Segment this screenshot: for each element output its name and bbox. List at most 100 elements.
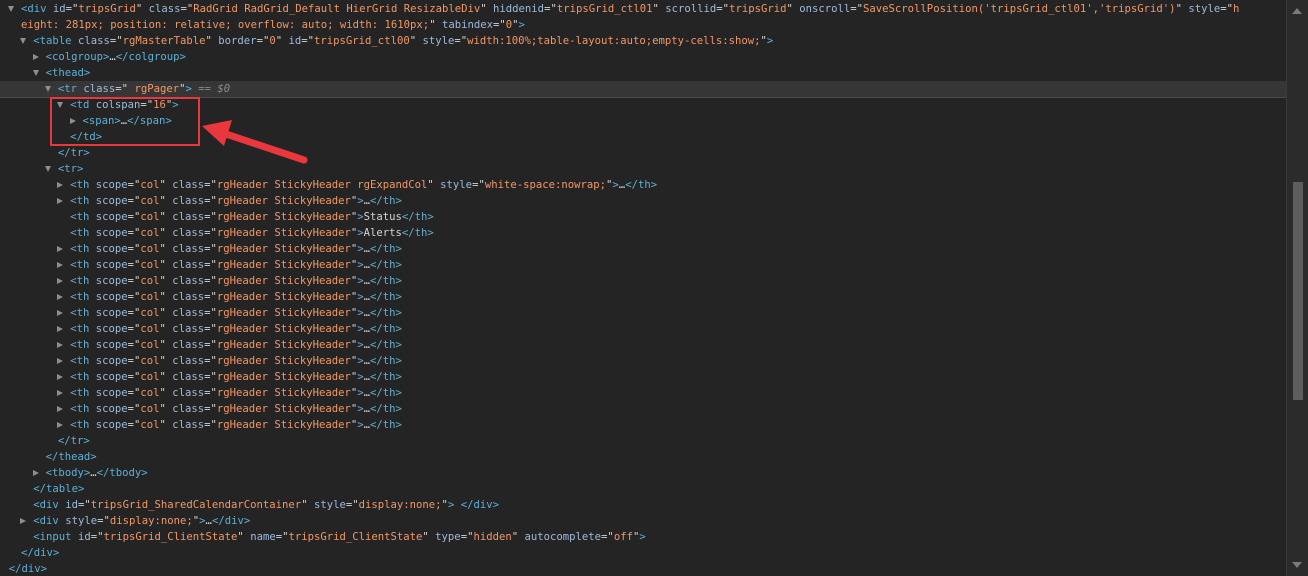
token-val[interactable]: rgHeader StickyHeader bbox=[217, 241, 351, 257]
dom-node[interactable]: <th scope="col" class="rgHeader StickyHe… bbox=[0, 289, 1287, 305]
dom-node[interactable]: <th scope="col" class="rgHeader StickyHe… bbox=[0, 193, 1287, 209]
dom-node[interactable]: </div> bbox=[0, 545, 1287, 561]
dom-node[interactable]: <th scope="col" class="rgHeader StickyHe… bbox=[0, 273, 1287, 289]
token-attr[interactable]: type bbox=[435, 529, 461, 545]
dom-node[interactable]: <th scope="col" class="rgHeader StickyHe… bbox=[0, 321, 1287, 337]
token-attr[interactable]: id bbox=[65, 497, 78, 513]
token-val[interactable]: white-space:nowrap; bbox=[485, 177, 606, 193]
token-attr[interactable]: scope bbox=[96, 321, 128, 337]
token-attr[interactable]: name bbox=[250, 529, 276, 545]
token-attr[interactable]: class bbox=[172, 369, 204, 385]
token-attr[interactable]: scope bbox=[96, 369, 128, 385]
token-attr[interactable]: style bbox=[422, 33, 454, 49]
expand-triangle-closed-icon[interactable] bbox=[32, 53, 39, 60]
dom-node[interactable]: <div style="display:none;">…</div> bbox=[0, 513, 1287, 529]
token-attr[interactable]: class bbox=[172, 289, 204, 305]
token-attr[interactable]: autocomplete bbox=[525, 529, 602, 545]
token-attr[interactable]: class bbox=[172, 337, 204, 353]
token-attr[interactable]: scrollid bbox=[665, 1, 716, 17]
token-val[interactable]: rgHeader StickyHeader bbox=[217, 273, 351, 289]
expand-triangle-closed-icon[interactable] bbox=[57, 373, 64, 380]
expand-triangle-closed-icon[interactable] bbox=[57, 405, 64, 412]
token-attr[interactable]: id bbox=[53, 1, 66, 17]
token-val[interactable]: tripsGrid_SharedCalendarContainer bbox=[91, 497, 301, 513]
expand-triangle-closed-icon[interactable] bbox=[57, 293, 64, 300]
token-val[interactable]: tripsGrid_ctl00 bbox=[314, 33, 410, 49]
token-attr[interactable]: style bbox=[65, 513, 97, 529]
dom-node[interactable]: </tr> bbox=[0, 145, 1287, 161]
dom-node[interactable]: <thead> bbox=[0, 65, 1287, 81]
token-attr[interactable]: onscroll bbox=[799, 1, 850, 17]
token-val[interactable]: col bbox=[140, 417, 159, 433]
token-attr[interactable]: class bbox=[172, 353, 204, 369]
expand-triangle-closed-icon[interactable] bbox=[57, 309, 64, 316]
token-attr[interactable]: hiddenid bbox=[493, 1, 544, 17]
expand-triangle-open-icon[interactable] bbox=[44, 86, 51, 92]
token-val[interactable]: col bbox=[140, 177, 159, 193]
token-val[interactable]: off bbox=[614, 529, 633, 545]
token-val[interactable]: rgHeader StickyHeader bbox=[217, 193, 351, 209]
dom-node[interactable]: eight: 281px; position: relative; overfl… bbox=[0, 17, 1287, 33]
scroll-down-icon[interactable] bbox=[1292, 562, 1302, 568]
token-val[interactable]: rgHeader StickyHeader bbox=[217, 321, 351, 337]
token-val[interactable]: display:none; bbox=[110, 513, 193, 529]
expand-triangle-closed-icon[interactable] bbox=[57, 389, 64, 396]
token-val[interactable]: rgHeader StickyHeader bbox=[217, 353, 351, 369]
token-attr[interactable]: scope bbox=[96, 225, 128, 241]
scrollbar-thumb[interactable] bbox=[1293, 182, 1303, 400]
dom-node[interactable]: <th scope="col" class="rgHeader StickyHe… bbox=[0, 337, 1287, 353]
token-val[interactable]: tripsGrid_ctl01 bbox=[557, 1, 653, 17]
dom-node[interactable]: <span>…</span> bbox=[0, 113, 1287, 129]
expand-triangle-closed-icon[interactable] bbox=[20, 517, 27, 524]
vertical-scrollbar[interactable] bbox=[1286, 0, 1308, 576]
expand-triangle-closed-icon[interactable] bbox=[57, 357, 64, 364]
dom-node[interactable]: <tr> bbox=[0, 161, 1287, 177]
dom-node[interactable]: <th scope="col" class="rgHeader StickyHe… bbox=[0, 385, 1287, 401]
token-attr[interactable]: scope bbox=[96, 257, 128, 273]
token-attr[interactable]: id bbox=[289, 33, 302, 49]
token-attr[interactable]: style bbox=[314, 497, 346, 513]
token-val[interactable]: rgHeader StickyHeader bbox=[217, 337, 351, 353]
token-attr[interactable]: scope bbox=[96, 337, 128, 353]
token-val[interactable]: col bbox=[140, 241, 159, 257]
token-attr[interactable]: class bbox=[78, 33, 110, 49]
expand-triangle-closed-icon[interactable] bbox=[57, 181, 64, 188]
dom-node[interactable]: <th scope="col" class="rgHeader StickyHe… bbox=[0, 225, 1287, 241]
token-val[interactable]: width:100%;table-layout:auto;empty-cells… bbox=[467, 33, 760, 49]
token-attr[interactable]: class bbox=[172, 401, 204, 417]
scroll-up-icon[interactable] bbox=[1292, 8, 1302, 14]
token-attr[interactable]: class bbox=[172, 273, 204, 289]
token-val[interactable]: rgHeader StickyHeader bbox=[217, 401, 351, 417]
token-val[interactable]: rgHeader StickyHeader bbox=[217, 209, 351, 225]
expand-triangle-closed-icon[interactable] bbox=[57, 277, 64, 284]
token-val[interactable]: SaveScrollPosition('tripsGrid_ctl01','tr… bbox=[863, 1, 1176, 17]
expand-triangle-open-icon[interactable] bbox=[20, 38, 27, 44]
token-val[interactable]: rgHeader StickyHeader rgExpandCol bbox=[217, 177, 427, 193]
dom-node[interactable]: <div id="tripsGrid_SharedCalendarContain… bbox=[0, 497, 1287, 513]
dom-node[interactable]: <tbody>…</tbody> bbox=[0, 465, 1287, 481]
token-val[interactable]: 16 bbox=[153, 97, 166, 113]
token-attr[interactable]: class bbox=[172, 225, 204, 241]
token-val[interactable]: col bbox=[140, 273, 159, 289]
expand-triangle-closed-icon[interactable] bbox=[69, 117, 76, 124]
token-val[interactable]: col bbox=[140, 321, 159, 337]
token-attr[interactable]: scope bbox=[96, 289, 128, 305]
token-attr[interactable]: scope bbox=[96, 417, 128, 433]
expand-triangle-open-icon[interactable] bbox=[32, 70, 39, 76]
expand-triangle-closed-icon[interactable] bbox=[32, 469, 39, 476]
expand-triangle-closed-icon[interactable] bbox=[57, 325, 64, 332]
dom-node[interactable]: <th scope="col" class="rgHeader StickyHe… bbox=[0, 417, 1287, 433]
token-attr[interactable]: scope bbox=[96, 209, 128, 225]
token-attr[interactable]: style bbox=[440, 177, 472, 193]
token-attr[interactable]: border bbox=[218, 33, 256, 49]
token-val[interactable]: rgPager bbox=[128, 81, 179, 97]
token-val[interactable]: col bbox=[140, 353, 159, 369]
token-val[interactable]: rgHeader StickyHeader bbox=[217, 289, 351, 305]
token-val[interactable]: col bbox=[140, 209, 159, 225]
token-val[interactable]: rgHeader StickyHeader bbox=[217, 305, 351, 321]
dom-node[interactable]: </table> bbox=[0, 481, 1287, 497]
token-val[interactable]: rgHeader StickyHeader bbox=[217, 369, 351, 385]
dom-node[interactable]: </thead> bbox=[0, 449, 1287, 465]
token-attr[interactable]: scope bbox=[96, 305, 128, 321]
expand-triangle-closed-icon[interactable] bbox=[57, 261, 64, 268]
